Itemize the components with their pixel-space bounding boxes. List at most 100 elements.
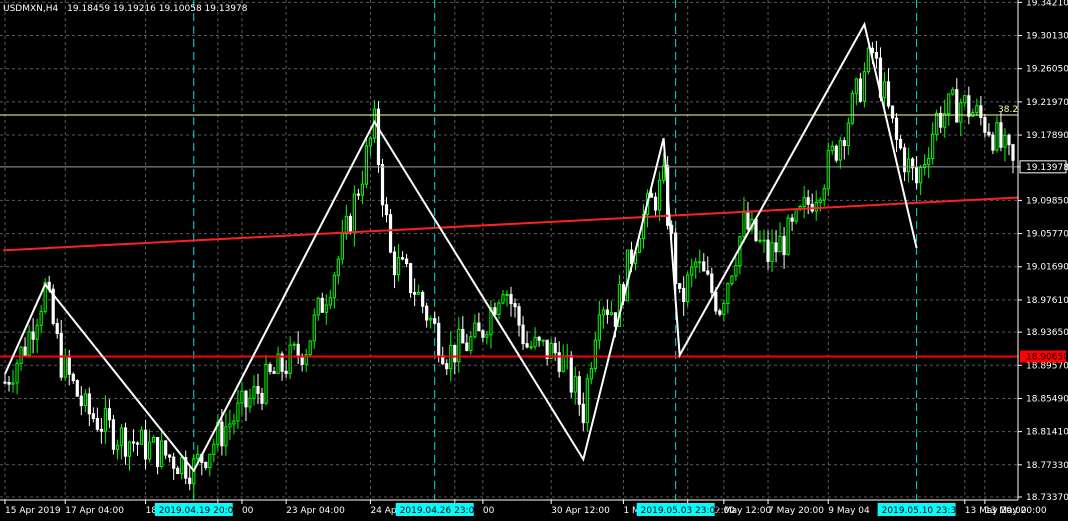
candle-body [63,355,67,378]
candle-body [497,302,501,315]
candle-body [553,342,557,354]
candle-body [151,437,156,443]
candle-body [770,242,774,262]
candle-body [127,441,132,457]
candle-body [573,376,577,393]
y-tick-label: 19.26050 [1026,65,1068,75]
time-marker-lines [193,0,918,500]
x-tick-label: 17 Apr 04:00 [65,506,124,516]
candle-body [396,257,401,276]
y-tick-label: 19.01690 [1026,263,1068,273]
candle-body [866,47,871,73]
candle-body [176,467,180,475]
candle-body [714,291,718,312]
candle-body [927,158,931,166]
y-tick-label: 19.30130 [1026,32,1068,42]
candle-body [963,95,967,104]
current-price-label: 19.13978 [1026,163,1068,173]
candle-body [364,145,369,185]
candle-body [212,443,216,455]
candle-body [802,197,806,208]
candle-body [308,340,312,356]
candle-body [521,324,525,345]
candle-body [758,239,762,242]
candle-body [461,328,465,344]
candle-body [384,204,389,216]
candle-body [537,336,541,341]
candle-body [421,292,425,307]
candle-body [75,380,79,397]
candle-body [404,258,409,265]
candle-body [678,283,682,289]
y-tick-label: 18.89570 [1026,361,1068,371]
candle-body [11,382,15,385]
candle-body [316,297,320,316]
candle-body [103,408,108,432]
candle-body [188,477,192,485]
candle-body [465,342,469,351]
candle-body [172,456,176,469]
y-tick-label: 19.05770 [1026,230,1068,240]
candle-body [931,133,935,160]
candle-body [71,373,75,382]
candle-body [388,214,393,253]
y-tick-label: 18.93650 [1026,328,1068,338]
candle-body [248,397,252,408]
candle-body [726,283,730,304]
candle-body [935,112,939,135]
candle-body [123,427,128,457]
candle-body [734,265,738,277]
candle-body [320,297,324,313]
candle-body [774,242,778,253]
candle-body [983,116,987,133]
candle-body [417,292,421,295]
candle-body [224,426,228,447]
candle-body [19,346,23,364]
candle-body [842,140,846,147]
candle-body [987,131,991,136]
candlesticks [3,40,1015,498]
candle-body [854,78,858,94]
candle-body [509,294,513,305]
candle-body [352,193,356,234]
candle-body [585,378,589,424]
candle-body [477,322,481,332]
candle-body [332,274,336,299]
candle-body [718,310,722,315]
candle-body [890,105,895,119]
y-tick-label: 18.81410 [1026,428,1068,438]
candle-body [794,208,798,222]
candle-body [838,140,842,161]
x-tick-label: 15 Apr 2019 [5,506,61,516]
candle-body [485,334,489,338]
candle-body [979,105,983,118]
candle-body [433,318,437,324]
candle-body [951,89,955,95]
candle-body [850,92,854,124]
candle-body [481,330,485,338]
candle-body [232,420,236,425]
candle-body [469,336,473,351]
candle-body [437,322,441,357]
candle-body [593,339,597,370]
candle-body [413,292,417,295]
price-chart[interactable]: 19.34210 19.30130 19.26050 19.21970 19.17890… [0,0,1068,521]
candle-body [694,261,698,268]
candle-body [874,51,879,59]
candle-body [991,134,995,151]
candle-body [268,364,272,373]
candle-body [533,336,537,348]
candle-body [27,331,31,356]
horizontal-line-price-label: 18.90650 [1026,353,1068,363]
candle-body [786,217,790,256]
candle-body [111,419,116,450]
candle-body [525,343,529,348]
candle-body [501,294,505,304]
candle-body [119,427,124,446]
candle-body [766,239,770,262]
trend-line[interactable] [2,196,1019,252]
candle-body [589,368,593,380]
candle-body [99,428,103,432]
candle-body [409,263,413,294]
candle-body [143,429,148,460]
